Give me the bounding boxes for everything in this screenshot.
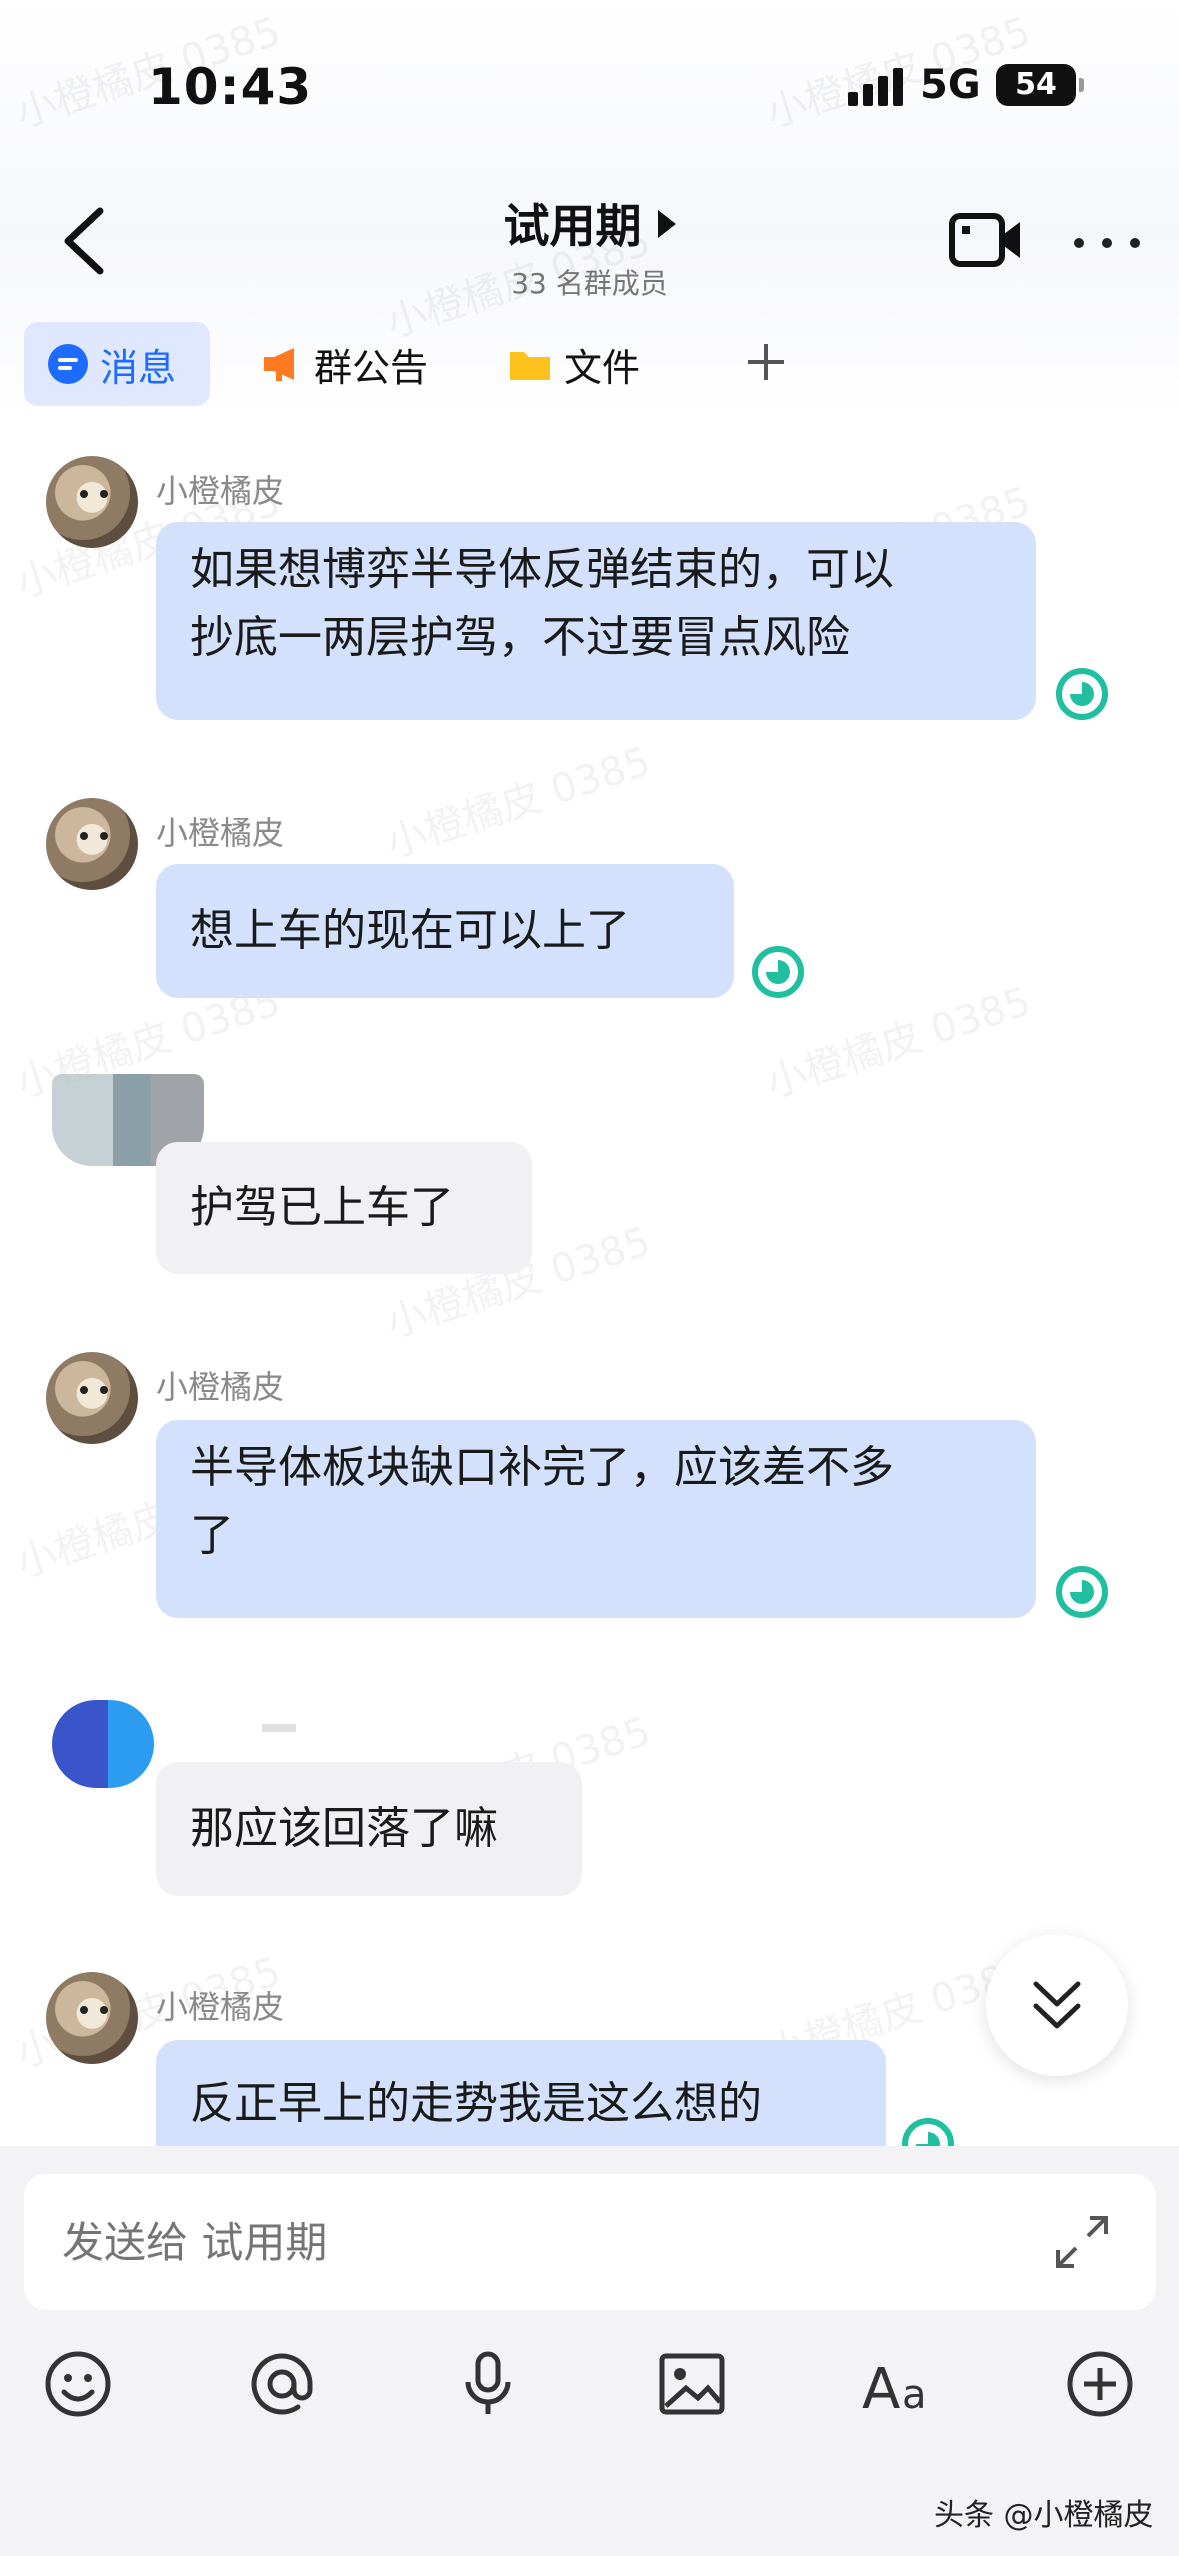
tab-messages[interactable]: 消息 xyxy=(24,322,210,406)
message-input[interactable] xyxy=(24,2174,1156,2310)
more-icon[interactable] xyxy=(1072,228,1142,258)
svg-text:a: a xyxy=(902,2372,927,2418)
message-line: 如果想博弈半导体反弹结束的，可以 xyxy=(190,544,894,595)
svg-text:A: A xyxy=(862,2357,900,2420)
message-line: 了 xyxy=(190,1510,234,1561)
watermark: 小橙橘皮 0385 xyxy=(380,738,657,868)
message-line: 护驾已上车了 xyxy=(190,1182,454,1233)
tab-files-label: 文件 xyxy=(564,345,641,390)
sender-name: 小橙橘皮 xyxy=(156,472,285,510)
tab-files[interactable]: 文件 xyxy=(508,322,668,406)
avatar[interactable] xyxy=(52,1700,154,1788)
sender-name: 小橙橘皮 xyxy=(156,1988,285,2026)
message-line: 想上车的现在可以上了 xyxy=(190,905,630,956)
sender-name-redacted xyxy=(262,1724,296,1732)
caret-right-icon xyxy=(657,210,676,238)
megaphone-icon xyxy=(262,344,302,384)
image-icon[interactable] xyxy=(656,2348,728,2420)
avatar[interactable] xyxy=(46,1972,138,2064)
sender-name: 小橙橘皮 xyxy=(156,1368,285,1406)
plus-circle-icon[interactable] xyxy=(1064,2348,1136,2420)
read-status-icon xyxy=(1056,1566,1108,1618)
expand-icon[interactable] xyxy=(1052,2212,1112,2272)
message-bubble[interactable]: 半导体板块缺口补完了，应该差不多 了 xyxy=(156,1420,1036,1618)
avatar[interactable] xyxy=(46,456,138,548)
message-bubble-icon xyxy=(48,344,88,384)
watermark: 小橙橘皮 0385 xyxy=(760,978,1037,1108)
folder-icon xyxy=(508,346,552,382)
tab-messages-label: 消息 xyxy=(100,345,177,390)
add-tab-icon[interactable] xyxy=(744,340,788,384)
message-bubble[interactable]: 如果想博弈半导体反弹结束的，可以 抄底一两层护驾，不过要冒点风险 xyxy=(156,522,1036,720)
message-line: 那应该回落了嘛 xyxy=(190,1803,498,1854)
emoji-icon[interactable] xyxy=(42,2348,114,2420)
avatar[interactable] xyxy=(46,798,138,890)
message-line: 反正早上的走势我是这么想的 xyxy=(190,2078,762,2129)
message-line: 抄底一两层护驾，不过要冒点风险 xyxy=(190,612,850,663)
message-bubble[interactable]: 想上车的现在可以上了 xyxy=(156,864,734,998)
scroll-to-bottom-button[interactable] xyxy=(986,1934,1128,2076)
read-status-icon xyxy=(1056,668,1108,720)
avatar[interactable] xyxy=(46,1352,138,1444)
double-chevron-down-icon xyxy=(1033,1981,1081,2029)
microphone-icon[interactable] xyxy=(452,2348,524,2420)
message-line: 半导体板块缺口补完了，应该差不多 xyxy=(190,1442,894,1493)
sender-name: 小橙橘皮 xyxy=(156,814,285,852)
mention-icon[interactable] xyxy=(246,2348,318,2420)
read-status-icon xyxy=(752,946,804,998)
message-bubble[interactable]: 那应该回落了嘛 xyxy=(156,1762,582,1896)
tab-announcement-label: 群公告 xyxy=(314,345,429,390)
text-format-icon[interactable]: A a xyxy=(860,2348,940,2420)
battery-icon: 54 xyxy=(996,64,1084,106)
video-call-icon[interactable] xyxy=(948,210,1024,270)
message-bubble[interactable]: 护驾已上车了 xyxy=(156,1142,532,1274)
source-credit: 头条 @小橙橘皮 xyxy=(934,2498,1154,2533)
